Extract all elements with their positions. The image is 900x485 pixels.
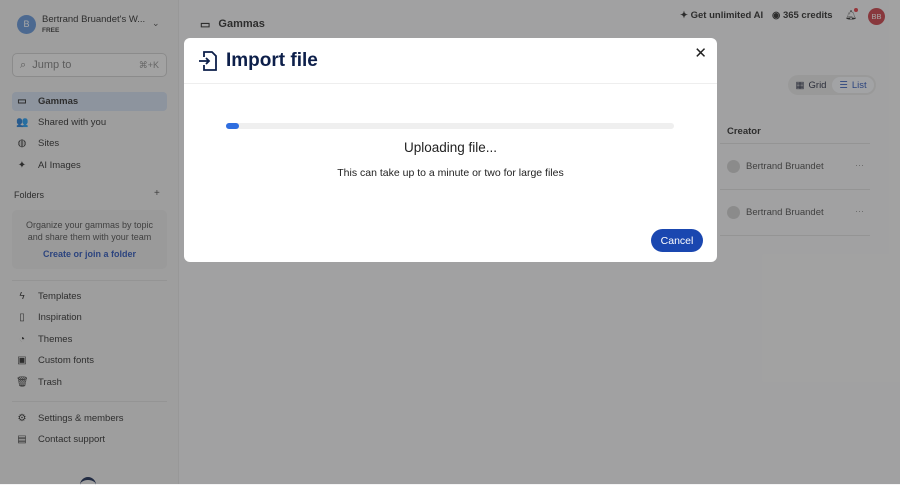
import-file-dialog: Import file ✕ Uploading file... This can…: [184, 38, 717, 262]
upload-progress-bar: [226, 123, 674, 129]
dialog-header: Import file: [184, 38, 717, 84]
cancel-button[interactable]: Cancel: [651, 229, 703, 252]
upload-note: This can take up to a minute or two for …: [337, 167, 564, 179]
upload-status: Uploading file...: [403, 140, 498, 155]
file-import-icon: [199, 50, 217, 71]
close-icon[interactable]: ✕: [694, 44, 707, 62]
upload-progress-fill: [226, 123, 240, 129]
dialog-title: Import file: [226, 49, 318, 71]
